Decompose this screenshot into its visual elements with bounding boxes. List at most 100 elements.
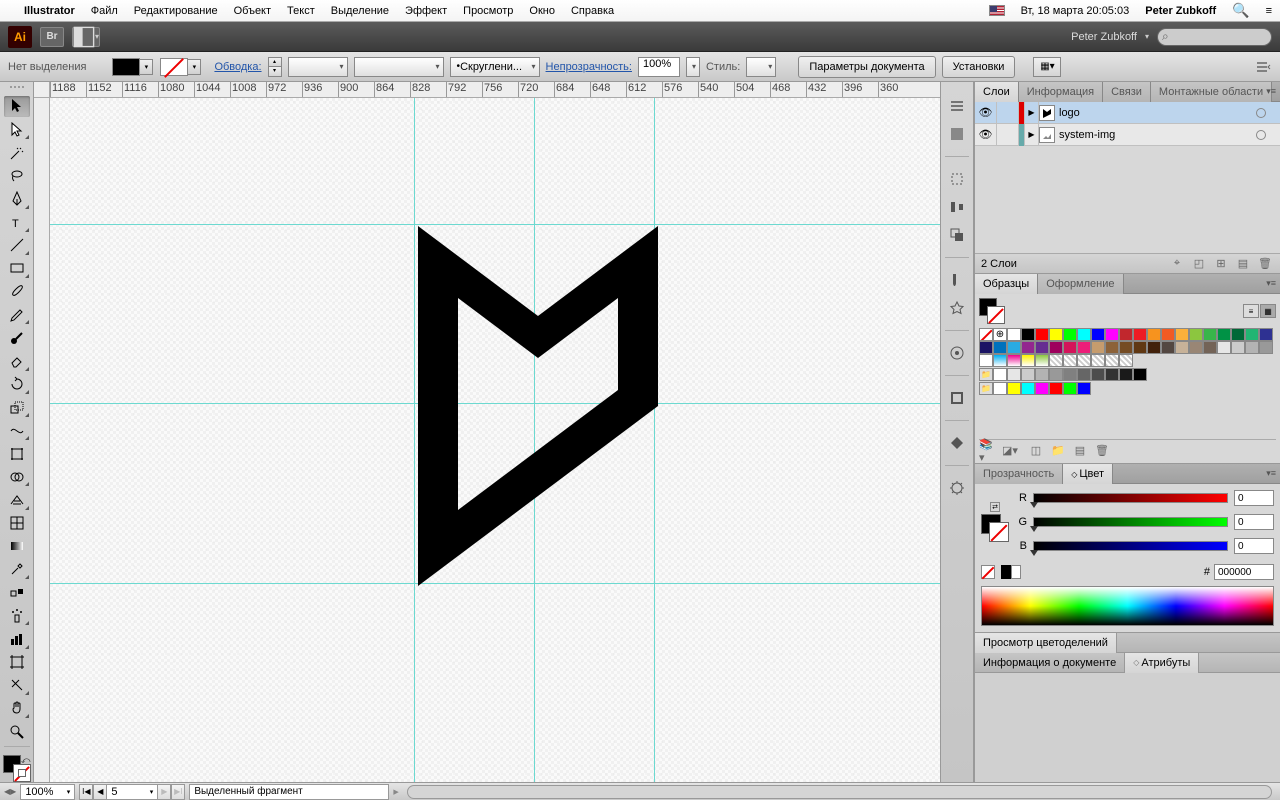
panel-menu-icon[interactable]: ▾≡ (1266, 86, 1276, 97)
swatch[interactable] (1035, 341, 1049, 354)
column-graph-tool[interactable] (4, 628, 30, 649)
next-artboard-button[interactable]: ▶ (157, 784, 171, 800)
swatch[interactable] (1077, 368, 1091, 381)
swatch[interactable] (1133, 341, 1147, 354)
r-input[interactable] (1234, 490, 1274, 506)
hex-input[interactable] (1214, 564, 1274, 580)
paintbrush-tool[interactable] (4, 281, 30, 302)
last-artboard-button[interactable]: ▶I (171, 784, 185, 800)
mesh-tool[interactable] (4, 513, 30, 534)
swatch[interactable] (1091, 341, 1105, 354)
panel-icon-stroke[interactable] (945, 386, 969, 410)
panel-icon-color-guide[interactable] (945, 122, 969, 146)
rectangle-tool[interactable] (4, 258, 30, 279)
stroke-weight-select[interactable] (288, 57, 348, 77)
delete-swatch-icon[interactable]: 🗑 (1093, 443, 1111, 459)
swatch[interactable] (1231, 341, 1245, 354)
panel-icon-brushes[interactable] (945, 268, 969, 292)
eraser-tool[interactable] (4, 350, 30, 371)
stroke-weight-stepper[interactable]: ▴▾ (268, 57, 282, 77)
menu-file[interactable]: Файл (91, 5, 118, 17)
tab-document-info[interactable]: Информация о документе (975, 653, 1125, 673)
swatch[interactable] (1189, 341, 1203, 354)
color-fill-stroke[interactable] (981, 514, 1009, 542)
tab-info[interactable]: Информация (1019, 82, 1103, 102)
swatch[interactable] (1091, 368, 1105, 381)
layer-target-icon[interactable] (1250, 130, 1272, 140)
layer-target-icon[interactable] (1250, 108, 1272, 118)
swatch[interactable] (1049, 328, 1063, 341)
swatch[interactable] (1063, 328, 1077, 341)
notifications-icon[interactable]: ≡ (1266, 5, 1272, 17)
panel-icon-transform[interactable] (945, 167, 969, 191)
help-search-input[interactable] (1157, 28, 1272, 46)
line-tool[interactable] (4, 235, 30, 256)
delete-layer-icon[interactable]: 🗑 (1256, 256, 1274, 272)
style-select[interactable] (746, 57, 776, 77)
free-transform-tool[interactable] (4, 443, 30, 464)
opacity-dropdown[interactable] (686, 57, 700, 77)
separations-panel-collapsed[interactable]: Просмотр цветоделений (975, 633, 1280, 653)
swatch[interactable] (979, 341, 993, 354)
pen-tool[interactable] (4, 188, 30, 209)
swatch-kinds-icon[interactable]: ◪▾ (1001, 443, 1019, 459)
fill-stroke-indicator[interactable]: ⤺ (3, 755, 31, 782)
menu-edit[interactable]: Редактирование (134, 5, 218, 17)
swatch[interactable] (1063, 382, 1077, 395)
logo-artwork[interactable] (410, 218, 670, 598)
swatch[interactable] (1063, 368, 1077, 381)
type-tool[interactable]: T (4, 212, 30, 233)
tab-separations-preview[interactable]: Просмотр цветоделений (975, 633, 1117, 653)
swatch[interactable] (1203, 328, 1217, 341)
width-tool[interactable] (4, 420, 30, 441)
swatch[interactable] (1217, 341, 1231, 354)
panel-icon-hamburger[interactable] (945, 94, 969, 118)
swatch[interactable]: ⊕ (993, 328, 1007, 341)
magic-wand-tool[interactable] (4, 142, 30, 163)
swatch[interactable] (993, 341, 1007, 354)
layer-visibility-icon[interactable]: 👁 (975, 102, 997, 124)
menu-app[interactable]: Illustrator (24, 5, 75, 17)
swatch-fill-stroke[interactable] (979, 298, 1005, 324)
workspace-switcher[interactable]: Peter Zubkoff (1071, 31, 1137, 43)
swatch[interactable] (1077, 382, 1091, 395)
zoom-tool[interactable] (4, 721, 30, 742)
rotate-tool[interactable] (4, 374, 30, 395)
swatch[interactable] (1133, 368, 1147, 381)
menu-text[interactable]: Текст (287, 5, 315, 17)
menu-effect[interactable]: Эффект (405, 5, 447, 17)
bridge-button[interactable]: Br (40, 27, 64, 47)
swatch[interactable] (1105, 328, 1119, 341)
new-sublayer-icon[interactable]: ⊞ (1212, 256, 1230, 272)
menu-object[interactable]: Объект (234, 5, 271, 17)
preferences-button[interactable]: Установки (942, 56, 1016, 78)
horizontal-scrollbar[interactable] (407, 785, 1272, 799)
swatch[interactable] (1259, 341, 1273, 354)
zoom-level[interactable]: 100% ▾ (20, 784, 75, 800)
blob-brush-tool[interactable] (4, 327, 30, 348)
swatch-grid-view-icon[interactable]: ▦ (1260, 304, 1276, 318)
tab-appearance[interactable]: Оформление (1038, 274, 1123, 294)
tab-swatches[interactable]: Образцы (975, 274, 1038, 294)
panel-icon-gradient[interactable] (945, 431, 969, 455)
prev-artboard-button[interactable]: ◀ (93, 784, 107, 800)
swatch[interactable] (1035, 328, 1049, 341)
menu-select[interactable]: Выделение (331, 5, 389, 17)
tab-transparency[interactable]: Прозрачность (975, 464, 1063, 484)
swatch-options-icon[interactable]: ◫ (1027, 443, 1045, 459)
panel-icon-align[interactable] (945, 195, 969, 219)
swatch[interactable] (1007, 328, 1021, 341)
selection-tool[interactable] (4, 96, 30, 117)
new-swatch-icon[interactable]: ▤ (1071, 443, 1089, 459)
swatch[interactable] (1049, 382, 1063, 395)
control-bar-menu-icon[interactable] (1256, 61, 1272, 73)
panel-icon-type[interactable] (945, 341, 969, 365)
stroke-color-swatch[interactable]: ▾ (160, 58, 188, 76)
swap-fill-stroke-icon[interactable]: ⤺ (21, 755, 31, 766)
panel-icon-pathfinder[interactable] (945, 223, 969, 247)
status-info[interactable]: Выделенный фрагмент (189, 784, 389, 800)
swatch[interactable] (1021, 341, 1035, 354)
swatch[interactable] (1021, 328, 1035, 341)
menubar-username[interactable]: Peter Zubkoff (1145, 5, 1216, 17)
r-slider[interactable] (1033, 493, 1228, 503)
